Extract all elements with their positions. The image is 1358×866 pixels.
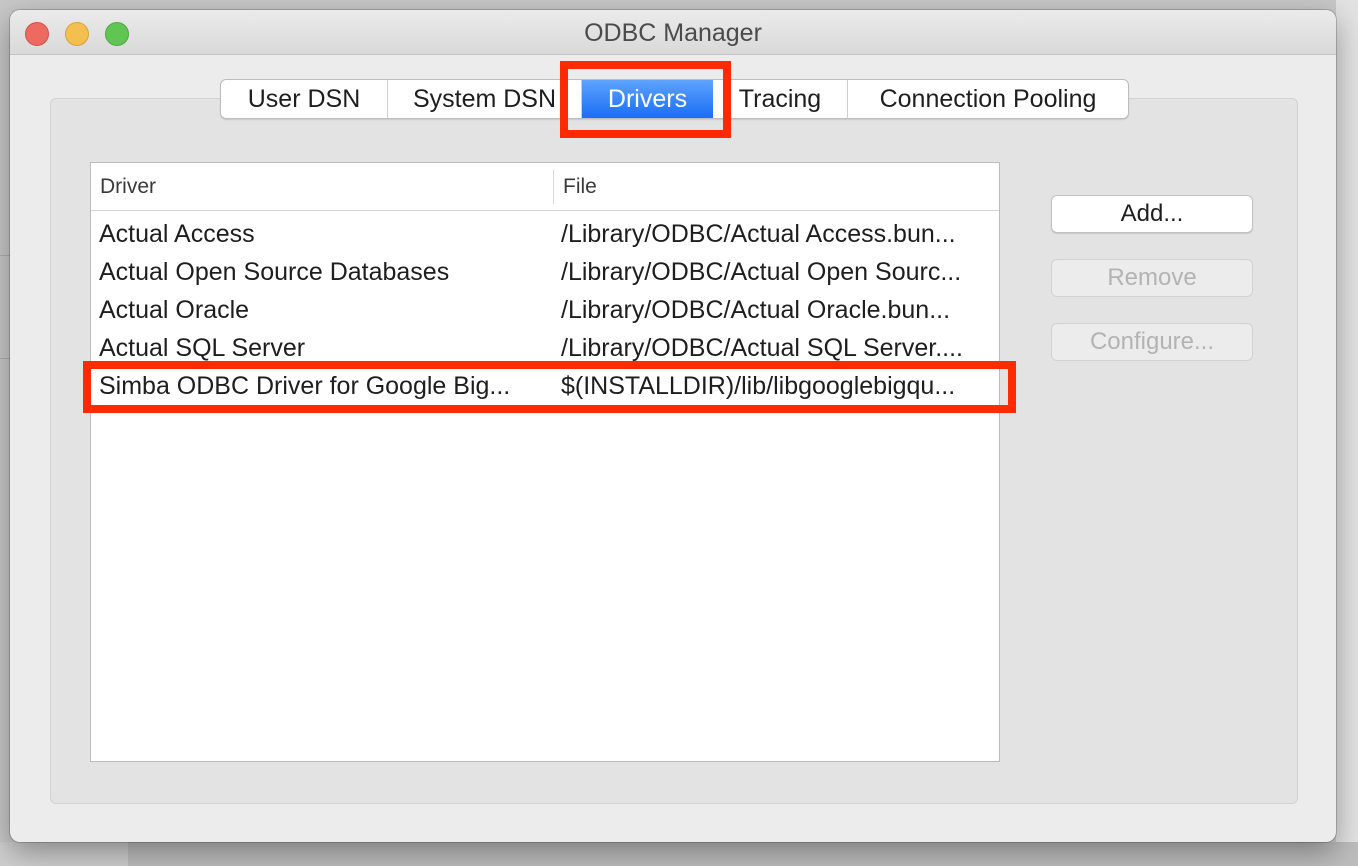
driver-file-cell: /Library/ODBC/Actual Access.bun...	[561, 220, 956, 248]
driver-name-cell: Actual Oracle	[99, 296, 250, 324]
column-header-file[interactable]: File	[563, 175, 597, 199]
driver-name-cell: Actual SQL Server	[99, 334, 306, 362]
driver-file-cell: /Library/ODBC/Actual Open Sourc...	[561, 258, 962, 286]
background-window-edge	[1336, 0, 1358, 866]
window-title: ODBC Manager	[584, 19, 762, 47]
tab-system-dsn[interactable]: System DSN	[388, 80, 582, 118]
remove-driver-button[interactable]: Remove	[1051, 259, 1253, 297]
tab-user-dsn[interactable]: User DSN	[221, 80, 388, 118]
configure-driver-button[interactable]: Configure...	[1051, 323, 1253, 361]
driver-name-cell: Actual Open Source Databases	[99, 258, 450, 286]
tab-connection-pooling[interactable]: Connection Pooling	[848, 80, 1128, 118]
table-row[interactable]: Actual Access /Library/ODBC/Actual Acces…	[91, 215, 999, 253]
background-bottom-shadow	[128, 842, 1358, 866]
table-row[interactable]: Actual Open Source Databases /Library/OD…	[91, 253, 999, 291]
driver-file-cell: /Library/ODBC/Actual Oracle.bun...	[561, 296, 951, 324]
drivers-table[interactable]: Driver File Actual Access /Library/ODBC/…	[90, 162, 1000, 762]
simba-row-highlight-annotation	[83, 361, 1016, 413]
column-header-driver[interactable]: Driver	[100, 175, 156, 199]
title-bar[interactable]: ODBC Manager	[10, 10, 1336, 55]
driver-name-cell: Actual Access	[99, 220, 255, 248]
add-driver-button[interactable]: Add...	[1051, 195, 1253, 233]
drivers-tab-highlight-annotation	[560, 61, 731, 138]
table-row[interactable]: Actual Oracle /Library/ODBC/Actual Oracl…	[91, 291, 999, 329]
column-divider[interactable]	[553, 170, 554, 204]
table-header: Driver File	[91, 163, 999, 211]
background-divider	[0, 255, 10, 256]
background-divider	[0, 358, 10, 359]
driver-file-cell: /Library/ODBC/Actual SQL Server....	[561, 334, 963, 362]
tab-tracing[interactable]: Tracing	[713, 80, 848, 118]
